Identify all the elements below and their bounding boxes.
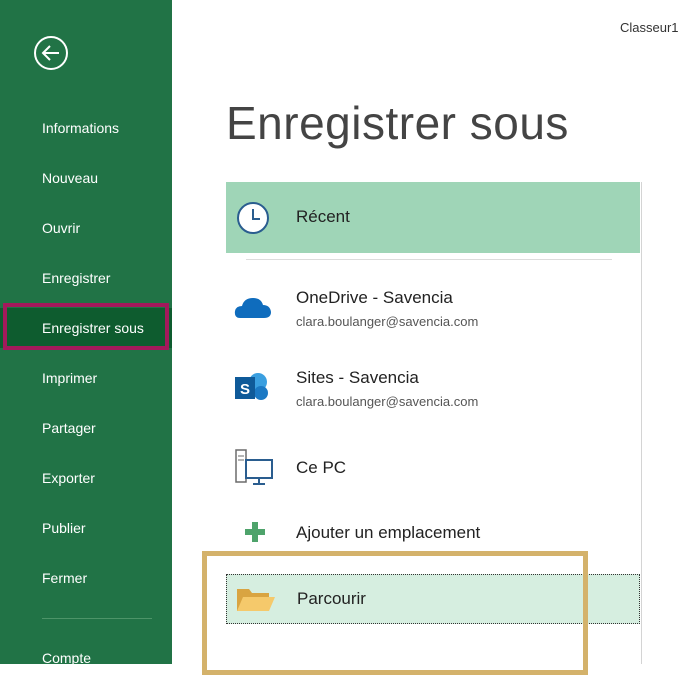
- location-label: Sites - Savencia: [296, 368, 419, 387]
- nav-ouvrir[interactable]: Ouvrir: [0, 208, 172, 248]
- clock-icon: [237, 202, 269, 234]
- location-label: Récent: [296, 207, 350, 226]
- nav-enregistrer-sous[interactable]: Enregistrer sous: [0, 308, 172, 348]
- location-browse[interactable]: Parcourir: [226, 574, 640, 624]
- nav-compte[interactable]: Compte: [0, 638, 172, 678]
- workbook-title: Classeur1: [620, 20, 679, 35]
- backstage-sidebar: Informations Nouveau Ouvrir Enregistrer …: [0, 0, 172, 666]
- location-label: Ce PC: [296, 458, 347, 477]
- location-sites[interactable]: S Sites - Savencia clara.boulanger@saven…: [226, 360, 640, 420]
- cloud-icon: [234, 298, 271, 318]
- location-ce-pc[interactable]: Ce PC: [226, 444, 640, 494]
- nav-imprimer[interactable]: Imprimer: [0, 358, 172, 398]
- location-onedrive[interactable]: OneDrive - Savencia clara.boulanger@save…: [226, 280, 640, 340]
- folder-icon: [237, 589, 275, 611]
- nav-nouveau[interactable]: Nouveau: [0, 158, 172, 198]
- nav-separator: [42, 618, 152, 619]
- plus-icon: [245, 522, 265, 542]
- location-account: clara.boulanger@savencia.com: [296, 394, 479, 409]
- svg-text:S: S: [240, 381, 250, 398]
- location-recent[interactable]: Récent: [226, 182, 640, 253]
- page-title: Enregistrer sous: [226, 97, 569, 149]
- back-button[interactable]: [33, 35, 69, 71]
- divider: [246, 259, 612, 260]
- nav-partager[interactable]: Partager: [0, 408, 172, 448]
- nav-publier[interactable]: Publier: [0, 508, 172, 548]
- location-label: Ajouter un emplacement: [296, 523, 481, 542]
- nav-exporter[interactable]: Exporter: [0, 458, 172, 498]
- nav-informations[interactable]: Informations: [0, 108, 172, 148]
- back-arrow-circle-icon: [34, 36, 68, 70]
- location-account: clara.boulanger@savencia.com: [296, 314, 479, 329]
- location-label: Parcourir: [297, 589, 366, 608]
- save-locations-panel: Récent OneDrive - Savencia clara.boulang…: [226, 182, 642, 664]
- nav-fermer[interactable]: Fermer: [0, 558, 172, 598]
- nav-enregistrer[interactable]: Enregistrer: [0, 258, 172, 298]
- computer-icon: [235, 449, 273, 485]
- sharepoint-icon: S: [235, 373, 268, 400]
- location-label: OneDrive - Savencia: [296, 288, 453, 307]
- location-add-place[interactable]: Ajouter un emplacement: [226, 510, 640, 560]
